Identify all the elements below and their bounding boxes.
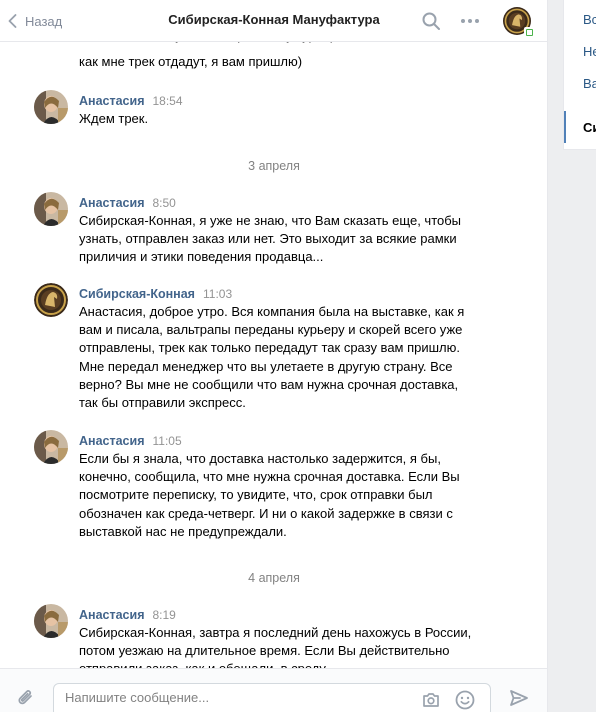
online-mobile-icon (524, 27, 533, 36)
partial-message-line2: как мне трек отдадут, я вам пришлю) (79, 54, 303, 69)
chat-panel: ... сейчас нахожусь. Вальтрапы ... у кур… (0, 0, 548, 712)
avatar-company-logo[interactable] (34, 283, 68, 317)
message-input[interactable] (65, 690, 415, 705)
search-icon (422, 12, 440, 30)
send-icon (510, 690, 528, 706)
header-avatar[interactable] (503, 7, 533, 36)
date-separator: 4 апреля (248, 571, 300, 585)
folder-nav-item[interactable]: Ва (583, 76, 596, 91)
send-button[interactable] (509, 689, 529, 710)
message-input-box[interactable] (53, 683, 491, 712)
message-time: 11:03 (202, 287, 233, 301)
message-composer (0, 668, 547, 712)
active-indicator (564, 111, 566, 143)
message-time: 18:54 (152, 94, 183, 108)
message-text: Если бы я знала, что доставка настолько … (79, 451, 460, 539)
smiley-icon (455, 690, 475, 710)
camera-icon (423, 693, 439, 707)
message-time: 8:19 (152, 608, 176, 622)
message-author[interactable]: Анастасия (79, 608, 145, 622)
message-time: 11:05 (152, 434, 182, 448)
message-text: Ждем трек. (79, 111, 149, 126)
folder-nav-item-active[interactable]: Си (583, 120, 596, 135)
folder-nav-item[interactable]: Не (583, 44, 596, 59)
message-author[interactable]: Анастасия (79, 94, 145, 108)
avatar-anastasia[interactable] (34, 192, 68, 226)
back-button[interactable]: Назад (8, 10, 62, 32)
more-dots-icon (461, 19, 479, 23)
message-text: Анастасия, доброе утро. Вся компания был… (79, 304, 465, 411)
folder-nav: Вс Не Ва Си (563, 0, 596, 150)
message-time: 8:50 (152, 196, 176, 210)
folder-nav-item[interactable]: Вс (583, 12, 596, 27)
attach-button[interactable] (16, 688, 36, 711)
paperclip-icon (18, 690, 32, 705)
avatar-anastasia[interactable] (34, 90, 68, 124)
chevron-left-icon (8, 14, 17, 28)
back-label: Назад (25, 13, 63, 29)
message-author[interactable]: Сибирская-Конная (79, 287, 195, 301)
avatar-anastasia[interactable] (34, 604, 68, 638)
message-author[interactable]: Анастасия (79, 196, 145, 210)
message-text: Сибирская-Конная, я уже не знаю, что Вам… (79, 213, 462, 265)
message-author[interactable]: Анастасия (79, 434, 145, 448)
emoji-button[interactable] (454, 689, 476, 712)
search-button[interactable] (421, 11, 441, 34)
more-button[interactable] (459, 11, 481, 34)
chat-header: Назад Сибирская-Конная Мануфактура (0, 0, 547, 42)
avatar-anastasia[interactable] (34, 430, 68, 464)
date-separator: 3 апреля (248, 159, 300, 173)
camera-button[interactable] (421, 690, 441, 712)
